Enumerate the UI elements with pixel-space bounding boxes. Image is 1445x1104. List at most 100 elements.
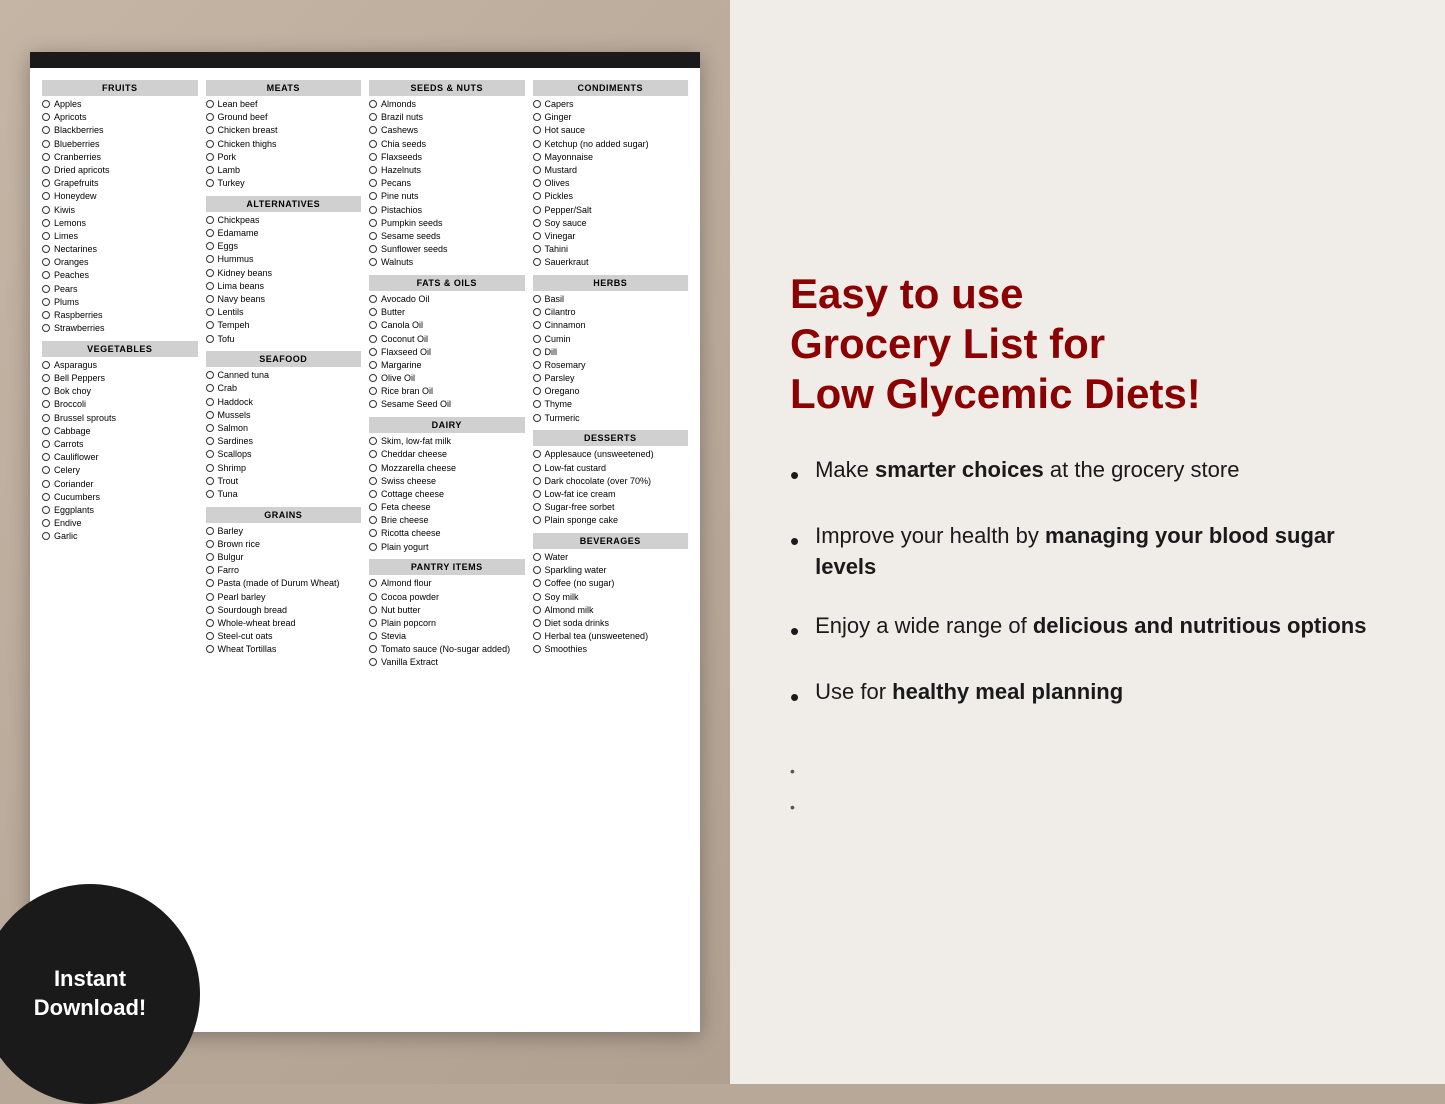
checkbox-circle[interactable] (369, 619, 377, 627)
checkbox-circle[interactable] (206, 255, 214, 263)
checkbox-circle[interactable] (533, 632, 541, 640)
checkbox-circle[interactable] (206, 566, 214, 574)
checkbox-circle[interactable] (206, 113, 214, 121)
checkbox-circle[interactable] (369, 529, 377, 537)
checkbox-circle[interactable] (42, 100, 50, 108)
checkbox-circle[interactable] (533, 219, 541, 227)
checkbox-circle[interactable] (206, 166, 214, 174)
checkbox-circle[interactable] (42, 466, 50, 474)
checkbox-circle[interactable] (206, 619, 214, 627)
checkbox-circle[interactable] (206, 179, 214, 187)
checkbox-circle[interactable] (42, 271, 50, 279)
checkbox-circle[interactable] (533, 245, 541, 253)
checkbox-circle[interactable] (369, 503, 377, 511)
checkbox-circle[interactable] (42, 532, 50, 540)
checkbox-circle[interactable] (42, 311, 50, 319)
checkbox-circle[interactable] (206, 371, 214, 379)
checkbox-circle[interactable] (369, 232, 377, 240)
checkbox-circle[interactable] (42, 387, 50, 395)
checkbox-circle[interactable] (206, 308, 214, 316)
checkbox-circle[interactable] (206, 242, 214, 250)
checkbox-circle[interactable] (206, 140, 214, 148)
checkbox-circle[interactable] (206, 335, 214, 343)
checkbox-circle[interactable] (42, 232, 50, 240)
checkbox-circle[interactable] (42, 361, 50, 369)
checkbox-circle[interactable] (533, 553, 541, 561)
checkbox-circle[interactable] (533, 400, 541, 408)
checkbox-circle[interactable] (533, 258, 541, 266)
checkbox-circle[interactable] (206, 424, 214, 432)
checkbox-circle[interactable] (369, 645, 377, 653)
checkbox-circle[interactable] (42, 219, 50, 227)
checkbox-circle[interactable] (206, 321, 214, 329)
checkbox-circle[interactable] (206, 126, 214, 134)
checkbox-circle[interactable] (533, 450, 541, 458)
checkbox-circle[interactable] (206, 216, 214, 224)
checkbox-circle[interactable] (206, 490, 214, 498)
checkbox-circle[interactable] (533, 308, 541, 316)
checkbox-circle[interactable] (206, 295, 214, 303)
checkbox-circle[interactable] (369, 192, 377, 200)
checkbox-circle[interactable] (533, 387, 541, 395)
checkbox-circle[interactable] (369, 245, 377, 253)
checkbox-circle[interactable] (533, 516, 541, 524)
checkbox-circle[interactable] (42, 258, 50, 266)
checkbox-circle[interactable] (206, 411, 214, 419)
checkbox-circle[interactable] (42, 153, 50, 161)
checkbox-circle[interactable] (42, 440, 50, 448)
checkbox-circle[interactable] (533, 113, 541, 121)
checkbox-circle[interactable] (369, 387, 377, 395)
checkbox-circle[interactable] (369, 543, 377, 551)
checkbox-circle[interactable] (206, 384, 214, 392)
checkbox-circle[interactable] (369, 593, 377, 601)
checkbox-circle[interactable] (533, 153, 541, 161)
checkbox-circle[interactable] (533, 140, 541, 148)
checkbox-circle[interactable] (533, 593, 541, 601)
checkbox-circle[interactable] (42, 414, 50, 422)
checkbox-circle[interactable] (533, 464, 541, 472)
checkbox-circle[interactable] (42, 480, 50, 488)
checkbox-circle[interactable] (42, 374, 50, 382)
checkbox-circle[interactable] (369, 308, 377, 316)
checkbox-circle[interactable] (369, 606, 377, 614)
checkbox-circle[interactable] (533, 579, 541, 587)
checkbox-circle[interactable] (369, 179, 377, 187)
checkbox-circle[interactable] (42, 192, 50, 200)
checkbox-circle[interactable] (533, 477, 541, 485)
checkbox-circle[interactable] (42, 245, 50, 253)
checkbox-circle[interactable] (533, 126, 541, 134)
checkbox-circle[interactable] (369, 658, 377, 666)
checkbox-circle[interactable] (206, 527, 214, 535)
checkbox-circle[interactable] (42, 285, 50, 293)
checkbox-circle[interactable] (369, 464, 377, 472)
checkbox-circle[interactable] (533, 619, 541, 627)
checkbox-circle[interactable] (369, 632, 377, 640)
checkbox-circle[interactable] (533, 566, 541, 574)
checkbox-circle[interactable] (206, 282, 214, 290)
checkbox-circle[interactable] (533, 414, 541, 422)
checkbox-circle[interactable] (369, 348, 377, 356)
checkbox-circle[interactable] (369, 374, 377, 382)
checkbox-circle[interactable] (42, 400, 50, 408)
checkbox-circle[interactable] (533, 100, 541, 108)
checkbox-circle[interactable] (206, 579, 214, 587)
checkbox-circle[interactable] (206, 229, 214, 237)
checkbox-circle[interactable] (533, 232, 541, 240)
checkbox-circle[interactable] (206, 450, 214, 458)
checkbox-circle[interactable] (369, 258, 377, 266)
checkbox-circle[interactable] (42, 206, 50, 214)
checkbox-circle[interactable] (42, 140, 50, 148)
checkbox-circle[interactable] (533, 348, 541, 356)
checkbox-circle[interactable] (206, 553, 214, 561)
checkbox-circle[interactable] (369, 400, 377, 408)
checkbox-circle[interactable] (42, 298, 50, 306)
checkbox-circle[interactable] (206, 632, 214, 640)
checkbox-circle[interactable] (533, 206, 541, 214)
checkbox-circle[interactable] (206, 153, 214, 161)
checkbox-circle[interactable] (206, 269, 214, 277)
checkbox-circle[interactable] (42, 179, 50, 187)
checkbox-circle[interactable] (369, 361, 377, 369)
checkbox-circle[interactable] (369, 321, 377, 329)
checkbox-circle[interactable] (206, 540, 214, 548)
checkbox-circle[interactable] (42, 427, 50, 435)
